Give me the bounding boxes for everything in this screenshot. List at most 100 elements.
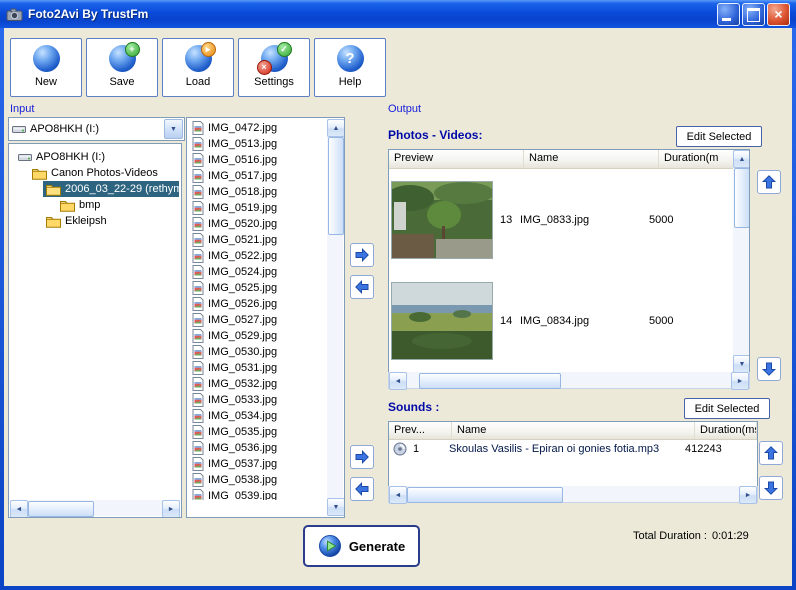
file-list-item[interactable]: IMG_0521.jpg <box>188 232 327 248</box>
file-list-item[interactable]: IMG_0518.jpg <box>188 184 327 200</box>
remove-photo-button[interactable] <box>350 275 374 299</box>
scroll-up-button[interactable]: ▲ <box>327 119 345 137</box>
jpg-file-icon <box>192 217 204 231</box>
column-header-name[interactable]: Name <box>452 422 695 439</box>
scroll-down-button[interactable]: ▼ <box>327 498 345 516</box>
tree-item-selected-folder[interactable]: 2006_03_22-29 (rethymno) <box>43 181 179 197</box>
edit-selected-sounds-button[interactable]: Edit Selected <box>684 398 770 419</box>
arrow-down-icon <box>763 480 779 496</box>
sounds-table: Prev... Name Duration(ms) 1 Skoulas Vasi… <box>388 421 758 488</box>
move-sound-up-button[interactable] <box>759 441 783 465</box>
scroll-right-button[interactable]: ► <box>162 500 180 518</box>
scrollbar-thumb[interactable] <box>419 373 561 389</box>
column-header-duration[interactable]: Duration(ms) <box>695 422 757 439</box>
new-button-label: New <box>35 76 57 88</box>
scroll-right-button[interactable]: ► <box>739 486 757 504</box>
input-section-label: Input <box>10 103 34 115</box>
scrollbar-thumb[interactable] <box>407 487 563 503</box>
load-button[interactable]: ▸ Load <box>162 38 234 97</box>
file-list-item[interactable]: IMG_0520.jpg <box>188 216 327 232</box>
scrollbar-thumb[interactable] <box>28 501 94 517</box>
file-name: IMG_0521.jpg <box>208 234 277 246</box>
file-list-item[interactable]: IMG_0531.jpg <box>188 360 327 376</box>
jpg-file-icon <box>192 137 204 151</box>
maximize-icon <box>747 8 760 22</box>
file-list-item[interactable]: IMG_0539.jpg <box>188 488 327 500</box>
photos-vertical-scrollbar[interactable]: ▲ ▼ <box>733 150 749 373</box>
file-list-item[interactable]: IMG_0519.jpg <box>188 200 327 216</box>
file-list-item[interactable]: IMG_0525.jpg <box>188 280 327 296</box>
move-photo-down-button[interactable] <box>757 357 781 381</box>
scrollbar-thumb[interactable] <box>734 168 750 228</box>
file-list-item[interactable]: IMG_0527.jpg <box>188 312 327 328</box>
tree-horizontal-scrollbar[interactable]: ◄ ► <box>10 500 180 516</box>
add-photo-button[interactable] <box>350 243 374 267</box>
photos-horizontal-scrollbar[interactable]: ◄ ► <box>388 372 750 389</box>
file-list-item[interactable]: IMG_0517.jpg <box>188 168 327 184</box>
generate-button[interactable]: Generate <box>303 525 420 567</box>
column-header-preview[interactable]: Preview <box>389 150 524 168</box>
scroll-left-button[interactable]: ◄ <box>389 372 407 390</box>
file-list-vertical-scrollbar[interactable]: ▲ ▼ <box>327 119 343 516</box>
scroll-left-button[interactable]: ◄ <box>10 500 28 518</box>
column-header-name[interactable]: Name <box>524 150 659 168</box>
file-list-item[interactable]: IMG_0522.jpg <box>188 248 327 264</box>
file-name: IMG_0524.jpg <box>208 266 277 278</box>
file-list-items: IMG_0472.jpg IMG_0513.jpg <box>188 120 327 500</box>
column-header-preview[interactable]: Prev... <box>389 422 452 439</box>
arrow-down-icon <box>761 361 777 377</box>
file-list-item[interactable]: IMG_0533.jpg <box>188 392 327 408</box>
new-button[interactable]: New <box>10 38 82 97</box>
scrollbar-thumb[interactable] <box>328 137 344 235</box>
file-list-item[interactable]: IMG_0472.jpg <box>188 120 327 136</box>
file-list-item[interactable]: IMG_0535.jpg <box>188 424 327 440</box>
scroll-down-icon: ▼ <box>739 361 746 368</box>
scroll-right-button[interactable]: ► <box>731 372 749 390</box>
tree-item-bmp[interactable]: bmp <box>57 197 103 213</box>
file-list-item[interactable]: IMG_0536.jpg <box>188 440 327 456</box>
file-list-item[interactable]: IMG_0530.jpg <box>188 344 327 360</box>
jpg-file-icon <box>192 169 204 183</box>
sounds-horizontal-scrollbar[interactable]: ◄ ► <box>388 486 758 503</box>
sound-row[interactable]: 1 Skoulas Vasilis - Epiran oi gonies fot… <box>389 440 757 458</box>
drive-combo[interactable]: APO8HKH (I:) ▼ <box>8 117 185 141</box>
scroll-left-button[interactable]: ◄ <box>389 486 407 504</box>
settings-button[interactable]: ✓ × Settings <box>238 38 310 97</box>
photo-row[interactable]: 14 IMG_0834.jpg 5000 <box>389 270 749 371</box>
file-list-item[interactable]: IMG_0526.jpg <box>188 296 327 312</box>
move-photo-up-button[interactable] <box>757 170 781 194</box>
tree-item-label: Ekleipsh <box>65 215 107 227</box>
scroll-down-button[interactable]: ▼ <box>733 355 750 373</box>
edit-selected-photos-button[interactable]: Edit Selected <box>676 126 762 147</box>
file-list-item[interactable]: IMG_0537.jpg <box>188 456 327 472</box>
photo-row[interactable]: 13 IMG_0833.jpg 5000 <box>389 169 749 270</box>
file-list-item[interactable]: IMG_0532.jpg <box>188 376 327 392</box>
scroll-left-icon: ◄ <box>16 506 23 513</box>
tree-item-canon[interactable]: Canon Photos-Videos <box>29 165 161 181</box>
file-list-item[interactable]: IMG_0529.jpg <box>188 328 327 344</box>
tree-item-ekleipsh[interactable]: Ekleipsh <box>43 213 110 229</box>
maximize-button[interactable] <box>742 3 765 26</box>
tree-item-drive[interactable]: APO8HKH (I:) <box>15 149 108 165</box>
cross-badge-icon: × <box>257 60 272 75</box>
file-list-item[interactable]: IMG_0524.jpg <box>188 264 327 280</box>
help-button[interactable]: ? Help <box>314 38 386 97</box>
file-list-item[interactable]: IMG_0513.jpg <box>188 136 327 152</box>
add-sound-button[interactable] <box>350 445 374 469</box>
minimize-button[interactable] <box>717 3 740 26</box>
photo-thumbnail-garden <box>391 181 493 259</box>
photo-index: 14 <box>500 315 512 327</box>
jpg-file-icon <box>192 201 204 215</box>
jpg-file-icon <box>192 153 204 167</box>
combo-dropdown-button[interactable]: ▼ <box>164 119 183 139</box>
remove-sound-button[interactable] <box>350 477 374 501</box>
file-name: IMG_0513.jpg <box>208 138 277 150</box>
file-list-item[interactable]: IMG_0534.jpg <box>188 408 327 424</box>
scroll-up-button[interactable]: ▲ <box>733 150 750 168</box>
file-list-item[interactable]: IMG_0538.jpg <box>188 472 327 488</box>
file-list-item[interactable]: IMG_0516.jpg <box>188 152 327 168</box>
play-icon <box>318 534 342 558</box>
close-button[interactable]: × <box>767 3 790 26</box>
save-button[interactable]: + Save <box>86 38 158 97</box>
move-sound-down-button[interactable] <box>759 476 783 500</box>
